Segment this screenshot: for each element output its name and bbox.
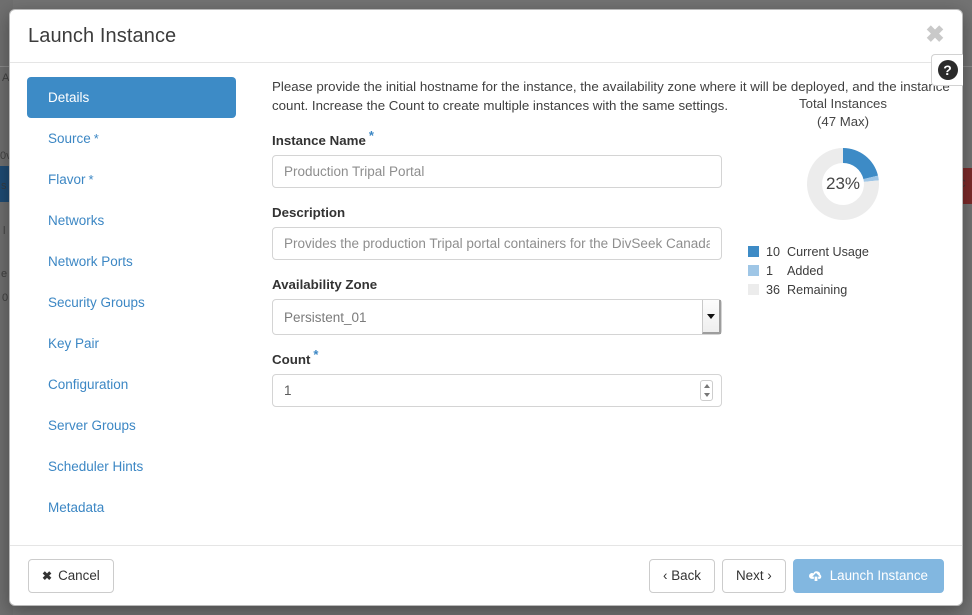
background-text: l — [3, 225, 6, 237]
sidebar-item-scheduler-hints[interactable]: Scheduler Hints — [27, 446, 236, 487]
sidebar-item-source[interactable]: Source * — [27, 118, 236, 159]
description-field: Description — [272, 205, 742, 260]
sidebar-item-server-groups[interactable]: Server Groups — [27, 405, 236, 446]
quota-title: Total Instances (47 Max) — [799, 95, 887, 131]
background-text: e — [1, 268, 8, 280]
count-spinner[interactable] — [700, 380, 713, 401]
details-form: Please provide the initial hostname for … — [272, 77, 950, 545]
availability-zone-value: Persistent_01 — [272, 299, 722, 335]
quota-panel: Total Instances (47 Max) 23% 10 Current U… — [742, 77, 944, 545]
quota-subtitle-text: (47 Max) — [816, 114, 870, 129]
sidebar-item-networks[interactable]: Networks — [27, 200, 236, 241]
legend-label: Added — [787, 263, 824, 278]
sidebar-item-network-ports[interactable]: Network Ports — [27, 241, 236, 282]
sidebar-item-label: Server Groups — [48, 418, 136, 433]
sidebar-item-details[interactable]: Details — [27, 77, 236, 118]
required-marker: * — [313, 346, 319, 362]
donut-center-label: 23% — [825, 174, 861, 193]
sidebar-item-flavor[interactable]: Flavor * — [27, 159, 236, 200]
chevron-down-glyph — [707, 313, 715, 319]
cancel-button-label: Cancel — [58, 568, 100, 583]
sidebar-item-metadata[interactable]: Metadata — [27, 487, 236, 528]
caret-up-icon[interactable] — [703, 383, 710, 388]
background-text: s — [1, 180, 7, 192]
legend-value: 1 — [766, 263, 774, 278]
launch-instance-button[interactable]: Launch Instance — [792, 558, 944, 593]
launch-instance-modal: Launch Instance ✖ ? Details Source * Flavor… — [9, 9, 963, 606]
question-mark-icon: ? — [937, 60, 958, 80]
legend-swatch-icon — [748, 284, 759, 295]
count-field: Count * — [272, 348, 742, 407]
availability-zone-field: Availability Zone Persistent_01 — [272, 277, 742, 335]
legend-value: 10 — [766, 244, 781, 259]
instance-name-field: Instance Name * — [272, 129, 742, 188]
modal-body: Details Source * Flavor * Networks Network Por… — [10, 63, 962, 545]
cloud-upload-icon — [808, 570, 823, 582]
sidebar-item-label: Metadata — [48, 500, 105, 515]
page-title: Launch Instance — [28, 24, 177, 47]
help-button[interactable]: ? — [931, 54, 963, 86]
sidebar-item-label: Key Pair — [48, 336, 100, 351]
close-x-icon: ✖ — [42, 568, 53, 583]
back-button[interactable]: ‹ Back — [649, 558, 715, 593]
availability-zone-select[interactable]: Persistent_01 — [272, 299, 722, 335]
modal-header: Launch Instance ✖ — [10, 10, 962, 63]
sidebar-item-label: Flavor — [48, 172, 86, 187]
wizard-main: Please provide the initial hostname for … — [250, 77, 962, 545]
sidebar-item-label: Network Ports — [48, 254, 133, 269]
instance-name-label-text: Instance Name — [272, 133, 366, 148]
sidebar-item-label: Configuration — [48, 377, 129, 392]
required-marker: * — [368, 127, 374, 143]
sidebar-item-label: Details — [48, 90, 90, 105]
count-input[interactable] — [272, 374, 722, 407]
sidebar-item-security-groups[interactable]: Security Groups — [27, 282, 236, 323]
count-label-text: Count — [272, 352, 311, 367]
footer-actions: ‹ Back Next › Launch Instance — [649, 558, 944, 593]
count-label: Count * — [272, 348, 742, 367]
legend-swatch-icon — [748, 265, 759, 276]
caret-down-icon[interactable] — [703, 393, 710, 398]
background-text: 0 — [2, 292, 9, 304]
wizard-nav: Details Source * Flavor * Networks Network Por… — [10, 77, 250, 545]
instances-donut-chart: 23% — [799, 140, 887, 228]
legend-item: 36 Remaining — [748, 280, 869, 299]
instance-name-label: Instance Name * — [272, 129, 742, 148]
count-stepper — [272, 374, 722, 407]
sidebar-item-label: Source — [48, 131, 91, 146]
chart-legend: 10 Current Usage 1 Added 36 Remaining — [748, 242, 869, 299]
instance-name-input[interactable] — [272, 155, 722, 188]
availability-zone-label: Availability Zone — [272, 277, 378, 292]
description-input[interactable] — [272, 227, 722, 260]
sidebar-item-label: Security Groups — [48, 295, 145, 310]
legend-swatch-icon — [748, 246, 759, 257]
legend-label: Remaining — [787, 282, 848, 297]
next-button[interactable]: Next › — [722, 558, 786, 593]
legend-label: Current Usage — [787, 244, 869, 259]
sidebar-item-label: Networks — [48, 213, 105, 228]
sidebar-item-key-pair[interactable]: Key Pair — [27, 323, 236, 364]
modal-footer: ✖ Cancel ‹ Back Next › Launch Instance — [10, 545, 962, 605]
sidebar-item-label: Scheduler Hints — [48, 459, 144, 474]
cancel-button[interactable]: ✖ Cancel — [28, 558, 114, 593]
description-label: Description — [272, 205, 346, 220]
legend-value: 36 — [766, 282, 781, 297]
close-icon[interactable]: ✖ — [922, 21, 948, 47]
chevron-down-icon[interactable] — [702, 300, 721, 334]
sidebar-item-configuration[interactable]: Configuration — [27, 364, 236, 405]
legend-item: 10 Current Usage — [748, 242, 869, 261]
quota-title-text: Total Instances — [799, 96, 887, 111]
legend-item: 1 Added — [748, 261, 869, 280]
launch-instance-label: Launch Instance — [829, 568, 928, 583]
